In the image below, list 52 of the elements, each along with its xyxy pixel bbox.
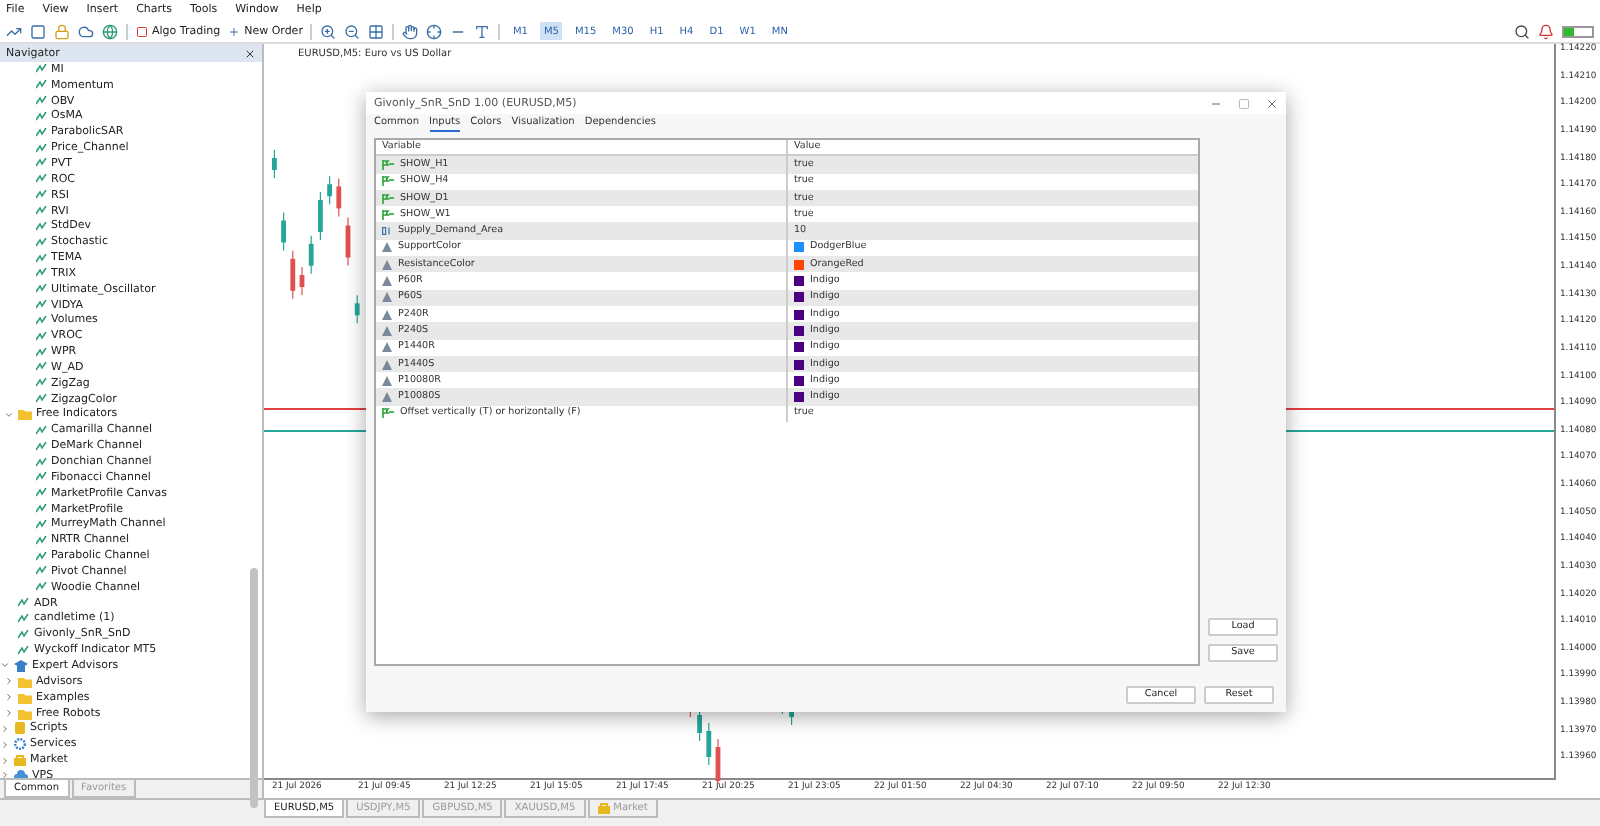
- chevron-icon[interactable]: [0, 739, 10, 750]
- text-icon: [474, 23, 491, 39]
- flag-icon: [382, 408, 394, 419]
- grid-icon: [368, 23, 385, 39]
- lock-icon: [54, 23, 70, 39]
- bag-icon: [14, 754, 26, 767]
- number-icon: [382, 226, 392, 237]
- stop-icon: [136, 25, 148, 37]
- maximize-icon: [1238, 97, 1250, 109]
- candle: [272, 149, 277, 179]
- search-icon: [1514, 23, 1530, 39]
- scrollbar-thumb[interactable]: [250, 568, 258, 808]
- flag-icon: [382, 159, 394, 170]
- candle: [706, 722, 712, 766]
- chevron-icon[interactable]: [0, 660, 10, 671]
- flag-icon: [382, 176, 394, 187]
- candle: [354, 294, 360, 324]
- battery-icon: [1562, 25, 1594, 37]
- candle: [299, 266, 305, 296]
- minimize-icon: [1210, 97, 1222, 109]
- chevron-icon[interactable]: [0, 723, 10, 734]
- chevron-icon[interactable]: [0, 770, 10, 778]
- cloud-icon: [14, 770, 28, 778]
- globe-icon: [102, 23, 118, 39]
- chevron-icon[interactable]: [0, 755, 10, 766]
- flag-icon: [382, 209, 394, 220]
- candle: [697, 706, 702, 742]
- chevron-icon[interactable]: [4, 692, 14, 703]
- candle: [336, 177, 342, 217]
- bell-icon: [1538, 23, 1554, 39]
- crosshair-icon: [426, 23, 443, 39]
- folder-icon: [18, 408, 32, 421]
- zoom-out-icon: [344, 23, 361, 39]
- candle: [318, 191, 323, 241]
- chart-icon: [6, 23, 22, 39]
- cloud-icon: [78, 23, 94, 39]
- zoom-in-icon: [320, 23, 337, 39]
- candle: [345, 216, 351, 267]
- candle: [281, 211, 286, 252]
- plus-icon: [228, 25, 241, 37]
- candle: [715, 738, 721, 784]
- candle: [308, 235, 314, 275]
- gear-icon: [14, 738, 26, 751]
- flag-icon: [382, 193, 394, 204]
- chevron-icon[interactable]: [4, 676, 14, 687]
- close-icon[interactable]: [244, 47, 256, 59]
- close-icon: [1266, 97, 1278, 109]
- candle: [290, 250, 296, 300]
- bag-icon: [597, 802, 610, 814]
- chevron-icon[interactable]: [4, 409, 14, 420]
- chevron-icon[interactable]: [4, 708, 14, 719]
- candle: [327, 175, 332, 205]
